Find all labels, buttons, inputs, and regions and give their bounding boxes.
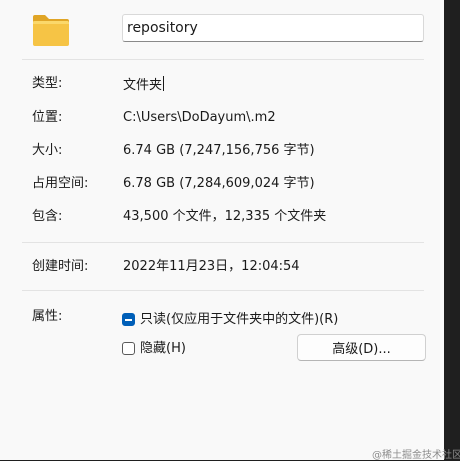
created-value: 2022年11月23日，12:04:54: [123, 259, 300, 274]
watermark: @稀土掘金技术社区: [372, 450, 460, 461]
folder-icon: [33, 15, 69, 46]
size-on-disk-value: 6.78 GB (7,284,609,024 字节): [123, 176, 315, 191]
folder-name-input[interactable]: [122, 14, 424, 42]
readonly-label[interactable]: 只读(仅应用于文件夹中的文件)(R): [140, 312, 338, 328]
type-label: 类型:: [32, 76, 63, 91]
type-value: 文件夹: [123, 76, 165, 93]
hidden-checkbox[interactable]: [122, 342, 135, 355]
attributes-label: 属性:: [32, 309, 63, 324]
readonly-checkbox[interactable]: [122, 313, 135, 326]
divider: [22, 242, 424, 243]
location-label: 位置:: [32, 110, 63, 125]
location-value: C:\Users\DoDayum\.m2: [123, 110, 276, 125]
advanced-button[interactable]: 高级(D)...: [297, 334, 426, 361]
properties-panel: 类型: 文件夹 位置: C:\Users\DoDayum\.m2 大小: 6.7…: [0, 0, 444, 460]
hidden-label[interactable]: 隐藏(H): [140, 341, 186, 357]
size-label: 大小:: [32, 143, 63, 158]
size-value: 6.74 GB (7,247,156,756 字节): [123, 143, 315, 158]
contains-value: 43,500 个文件，12,335 个文件夹: [123, 209, 327, 224]
contains-label: 包含:: [32, 209, 63, 224]
created-label: 创建时间:: [32, 259, 89, 274]
text-caret: [163, 76, 165, 91]
divider: [22, 290, 424, 291]
size-on-disk-label: 占用空间:: [32, 176, 89, 191]
divider: [22, 59, 424, 60]
scrollbar[interactable]: [444, 0, 460, 460]
